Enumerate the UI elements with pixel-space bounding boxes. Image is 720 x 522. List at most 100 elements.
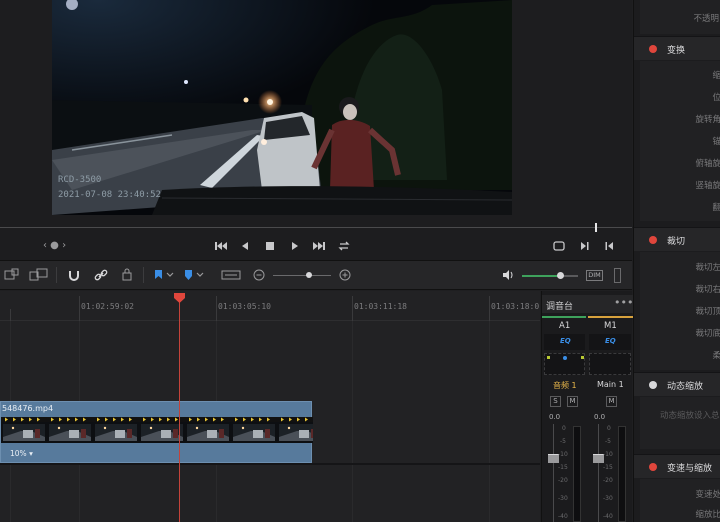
channel-a1-fader-track[interactable] <box>553 424 554 522</box>
transform-row-flip[interactable]: 翻 <box>712 201 720 213</box>
play-icon[interactable] <box>290 240 300 252</box>
ruler-timecode-3: 01:03:11:18 <box>354 302 407 311</box>
retime-toggle-icon[interactable] <box>649 463 657 471</box>
transform-row-pitch[interactable]: 俯轴旋 <box>695 157 720 169</box>
meter-toggle-icon[interactable] <box>614 268 621 283</box>
snapping-icon[interactable] <box>67 268 81 282</box>
crop-row-softness[interactable]: 柔 <box>712 349 720 361</box>
inspector-composite-body: 不透明 <box>640 0 720 34</box>
section-crop-header[interactable]: 裁切 <box>634 227 720 251</box>
timeline-ruler[interactable]: 01:02:59:02 01:03:05:10 01:03:11:18 01:0… <box>0 291 540 321</box>
volume-thumb[interactable] <box>557 272 564 279</box>
ruler-tick <box>79 296 80 321</box>
transform-row-rotation[interactable]: 旋转角 <box>695 113 720 125</box>
video-frame-image: RCD-3500 2021-07-08 23:40:52 <box>52 0 512 215</box>
retime-row-process[interactable]: 变速处 <box>695 488 720 500</box>
channel-a1-mute-button[interactable]: M <box>567 396 578 407</box>
retime-row-scaling[interactable]: 缩放比 <box>695 508 720 520</box>
channel-a1-name: A1 <box>559 321 571 331</box>
ruler-timecode-4: 01:03:18:01 <box>491 302 540 311</box>
transform-row-anchor[interactable]: 锚 <box>712 135 720 147</box>
crop-toggle-icon[interactable] <box>649 236 657 244</box>
crop-row-bottom[interactable]: 裁切底 <box>695 327 720 339</box>
transform-toggle-icon[interactable] <box>649 45 657 53</box>
marker-icon[interactable] <box>183 268 205 282</box>
speed-dropdown-icon[interactable]: ▾ <box>29 449 33 458</box>
viewer-scrub-bar[interactable] <box>0 222 632 234</box>
go-to-end-icon[interactable] <box>312 240 326 252</box>
channel-m1-fader-track[interactable] <box>598 424 599 522</box>
video-overlay-line1: RCD-3500 <box>58 175 101 185</box>
viewer-nav[interactable]: ‹ ● › <box>43 240 66 251</box>
scrub-playhead[interactable] <box>595 223 597 232</box>
channel-m1-level: 0.0 <box>594 413 606 421</box>
ruler-tick <box>489 296 490 321</box>
video-preview[interactable]: RCD-3500 2021-07-08 23:40:52 <box>52 0 512 215</box>
scrub-track <box>0 227 632 228</box>
timeline-toolbar: DIM <box>0 260 632 290</box>
crop-row-right[interactable]: 裁切右 <box>695 283 720 295</box>
channel-m1-eq[interactable]: EQ <box>589 334 631 350</box>
mixer-header: 调音台 ••• <box>542 295 633 313</box>
pan-marker <box>581 356 584 359</box>
zoom-slider-thumb[interactable] <box>306 272 312 278</box>
scale-20: -20 <box>558 477 568 484</box>
full-extent-zoom-icon[interactable] <box>221 268 241 282</box>
inspector-panel: 不透明 变换 缩 位 旋转角 锚 俯轴旋 竖轴旋 翻 裁切 裁切左 裁切右 裁切… <box>633 0 720 522</box>
flag-icon[interactable] <box>153 268 175 282</box>
mark-out-icon[interactable] <box>604 240 614 252</box>
ruler-tick <box>10 309 11 321</box>
insert-clip-icon[interactable] <box>4 268 20 282</box>
channel-a1-meter <box>573 426 581 522</box>
eq-label: EQ <box>605 337 616 345</box>
channel-a1-solo-button[interactable]: S <box>550 396 561 407</box>
toolbar-divider <box>56 267 57 283</box>
pan-marker <box>547 356 550 359</box>
section-transform-header[interactable]: 变换 <box>634 36 720 60</box>
mark-in-icon[interactable] <box>580 240 590 252</box>
section-crop-body: 裁切左 裁切右 裁切顶 裁切底 柔 <box>640 252 720 370</box>
section-retime-header[interactable]: 变速与缩放 <box>634 454 720 478</box>
transform-row-zoom[interactable]: 缩 <box>712 69 720 81</box>
step-back-icon[interactable] <box>240 240 250 252</box>
channel-a1-scale: 0 -5 -10 -15 -20 -30 -40 <box>558 425 574 522</box>
dim-button[interactable]: DIM <box>586 270 603 281</box>
channel-a1-pan[interactable] <box>544 353 585 375</box>
overwrite-clip-icon[interactable] <box>29 268 49 282</box>
channel-m1-pan[interactable] <box>589 353 631 375</box>
linked-selection-icon[interactable] <box>94 268 108 282</box>
loop-icon[interactable] <box>337 239 351 253</box>
section-retime-title: 变速与缩放 <box>667 464 713 474</box>
ruler-tick <box>216 296 217 321</box>
dynamic-zoom-toggle-icon[interactable] <box>649 381 657 389</box>
stop-icon[interactable] <box>265 241 275 251</box>
crop-row-left[interactable]: 裁切左 <box>695 261 720 273</box>
zoom-in-icon[interactable] <box>339 269 351 281</box>
channel-a1-eq[interactable]: EQ <box>544 334 585 350</box>
go-to-start-icon[interactable] <box>214 240 228 252</box>
transform-row-yaw[interactable]: 竖轴旋 <box>695 179 720 191</box>
speaker-icon[interactable] <box>502 269 516 281</box>
dynamic-zoom-row[interactable]: 动态缩放设入总 <box>660 409 720 421</box>
timeline[interactable]: 01:02:59:02 01:03:05:10 01:03:11:18 01:0… <box>0 291 540 522</box>
mixer-options-button[interactable]: ••• <box>614 296 633 309</box>
scale-5: -5 <box>605 438 611 445</box>
clip-speed-label: 10% ▾ <box>10 449 33 458</box>
section-dynamic-zoom-body: 动态缩放设入总 <box>640 397 720 449</box>
video-clip[interactable]: 548476.mp4 10% ▾ <box>0 401 313 463</box>
lock-icon[interactable] <box>121 267 133 281</box>
crop-row-top[interactable]: 裁切顶 <box>695 305 720 317</box>
clip-name: 548476.mp4 <box>2 404 54 413</box>
mixer-title: 调音台 <box>546 302 574 312</box>
clip-thumbnail-strip <box>1 417 313 443</box>
channel-m1-mute-button[interactable]: M <box>606 396 617 407</box>
playhead-handle[interactable] <box>174 293 185 303</box>
inspector-row-opacity[interactable]: 不透明 <box>693 12 719 24</box>
zoom-out-icon[interactable] <box>253 269 265 281</box>
zoom-slider-track[interactable] <box>273 275 331 276</box>
volume-level-fill <box>522 275 560 277</box>
match-frame-icon[interactable] <box>552 240 566 252</box>
scale-20: -20 <box>603 477 613 484</box>
section-dynamic-zoom-header[interactable]: 动态缩放 <box>634 372 720 396</box>
transform-row-position[interactable]: 位 <box>712 91 720 103</box>
